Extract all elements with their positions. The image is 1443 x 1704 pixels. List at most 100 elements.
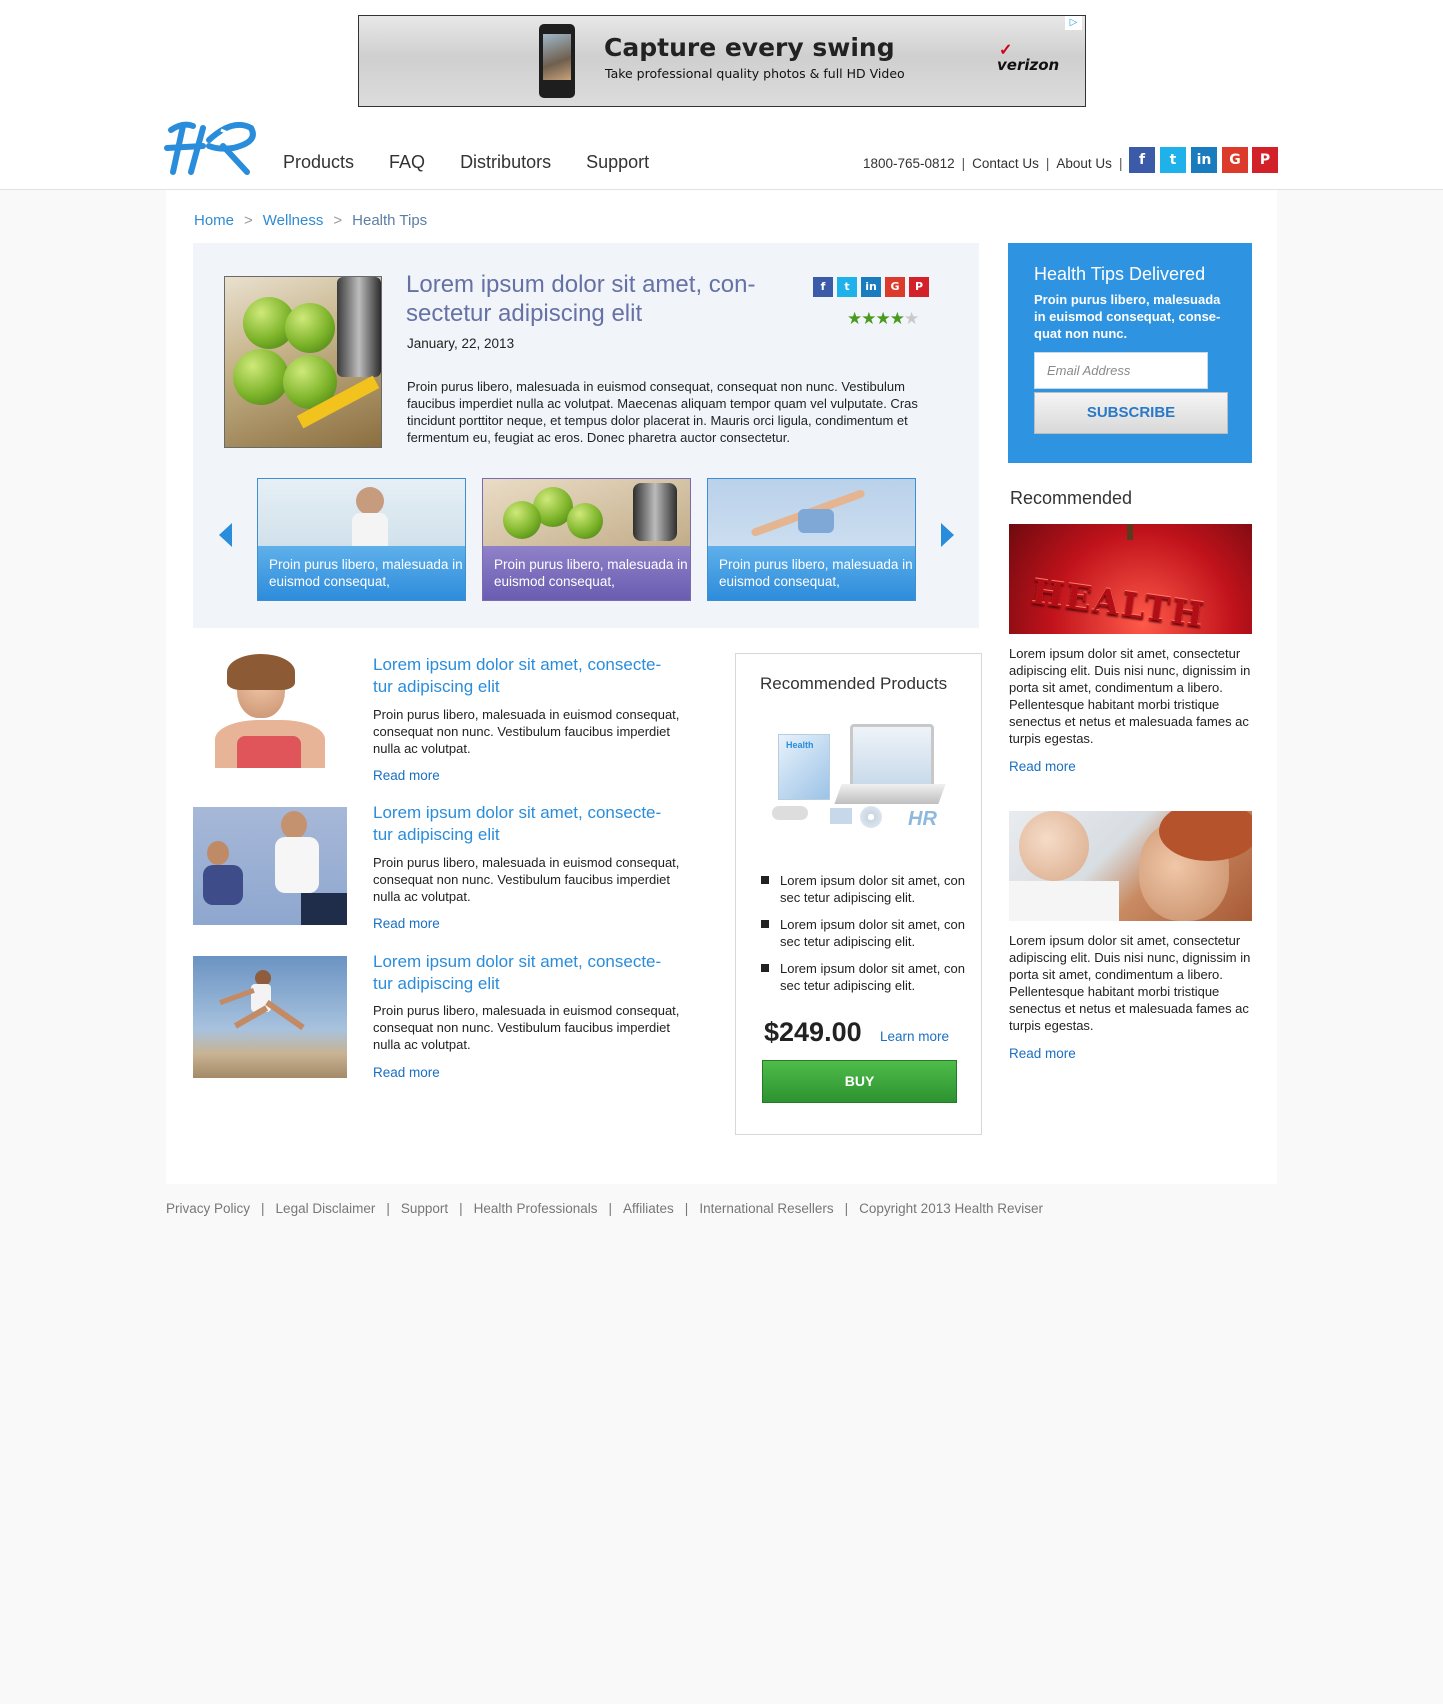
- newsletter-title: Health Tips Delivered: [1034, 264, 1206, 284]
- star-icon[interactable]: ★: [876, 309, 891, 328]
- footer-legal-disclaimer[interactable]: Legal Disclaimer: [276, 1201, 376, 1216]
- adchoices-icon[interactable]: ▷: [1065, 16, 1082, 30]
- article-body: Proin purus libero, malesuada in euismod…: [373, 707, 680, 756]
- carousel-slide[interactable]: Proin purus libero, malesuada in euismod…: [482, 478, 691, 601]
- product-price: $249.00: [764, 1017, 862, 1047]
- ad-phone-screen: [543, 34, 571, 80]
- ad-headline: Capture every swing: [604, 33, 895, 62]
- footer-health-professionals[interactable]: Health Professionals: [474, 1201, 598, 1216]
- carousel-caption: Proin purus libero, malesuada in euismod…: [483, 546, 690, 600]
- featured-title[interactable]: Lorem ipsum dolor sit amet, con-sectetur…: [406, 270, 766, 328]
- breadcrumb-current: Health Tips: [352, 212, 428, 229]
- footer-sep: |: [459, 1201, 463, 1216]
- read-more-link[interactable]: Read more: [1009, 1046, 1076, 1061]
- footer-sep: |: [386, 1201, 390, 1216]
- hr-logo-icon[interactable]: [163, 116, 257, 176]
- article-body: Proin purus libero, malesuada in euismod…: [373, 855, 680, 904]
- phone-number: 1800-765-0812: [863, 156, 955, 171]
- product-feature: Lorem ipsum dolor sit amet, con sec tetu…: [760, 960, 970, 994]
- article-body: Proin purus libero, malesuada in euismod…: [373, 1003, 680, 1052]
- newsletter-body: Proin purus libero, malesuada in euismod…: [1034, 292, 1221, 341]
- carousel-prev-icon[interactable]: [219, 523, 232, 547]
- recommended-body: Lorem ipsum dolor sit amet, consectetur …: [1009, 933, 1251, 1033]
- twitter-icon[interactable]: t: [837, 277, 857, 297]
- read-more-link[interactable]: Read more: [1009, 759, 1076, 774]
- product-feature: Lorem ipsum dolor sit amet, con sec tetu…: [760, 916, 970, 950]
- footer-privacy-policy[interactable]: Privacy Policy: [166, 1201, 250, 1216]
- recommended-products-title: Recommended Products: [760, 674, 948, 693]
- footer-affiliates[interactable]: Affiliates: [623, 1201, 674, 1216]
- footer-international-resellers[interactable]: International Resellers: [699, 1201, 833, 1216]
- subscribe-button[interactable]: SUBSCRIBE: [1034, 392, 1228, 434]
- email-field[interactable]: [1034, 352, 1208, 389]
- read-more-link[interactable]: Read more: [373, 768, 440, 783]
- star-icon[interactable]: ★: [861, 309, 876, 328]
- footer-support[interactable]: Support: [401, 1201, 448, 1216]
- featured-image[interactable]: [224, 276, 382, 448]
- facebook-icon[interactable]: f: [813, 277, 833, 297]
- nav-products[interactable]: Products: [283, 152, 354, 173]
- nav-support[interactable]: Support: [586, 152, 649, 173]
- featured-share: f t in G P: [813, 277, 929, 297]
- product-feature: Lorem ipsum dolor sit amet, con sec tetu…: [760, 872, 970, 906]
- contact-us-link[interactable]: Contact Us: [972, 156, 1039, 171]
- article-title[interactable]: Lorem ipsum dolor sit amet, consecte-tur…: [373, 951, 663, 995]
- top-links: 1800-765-0812 | Contact Us | About Us |: [863, 156, 1122, 171]
- rating-stars[interactable]: ★★★★★: [847, 309, 919, 329]
- product-box-label: Health: [786, 740, 814, 750]
- googleplus-icon[interactable]: G: [885, 277, 905, 297]
- breadcrumb: Home > Wellness > Health Tips: [194, 212, 427, 229]
- product-features: Lorem ipsum dolor sit amet, con sec tetu…: [760, 872, 970, 1004]
- googleplus-icon[interactable]: G: [1222, 147, 1248, 173]
- article-image[interactable]: [193, 807, 347, 925]
- breadcrumb-wellness[interactable]: Wellness: [263, 212, 324, 229]
- article-image[interactable]: [193, 650, 347, 768]
- footer-sep: |: [261, 1201, 265, 1216]
- learn-more-link[interactable]: Learn more: [880, 1029, 949, 1044]
- carousel-caption: Proin purus libero, malesuada in euismod…: [708, 546, 915, 600]
- separator: |: [961, 156, 966, 171]
- linkedin-icon[interactable]: in: [1191, 147, 1217, 173]
- carousel-next-icon[interactable]: [941, 523, 954, 547]
- ad-banner[interactable]: Capture every swing Take professional qu…: [358, 15, 1086, 107]
- footer-copyright: Copyright 2013 Health Reviser: [859, 1201, 1044, 1216]
- featured-date: January, 22, 2013: [407, 336, 515, 351]
- star-icon[interactable]: ★: [890, 309, 905, 328]
- read-more-link[interactable]: Read more: [373, 1065, 440, 1080]
- pinterest-icon[interactable]: P: [909, 277, 929, 297]
- nav-faq[interactable]: FAQ: [389, 152, 425, 173]
- about-us-link[interactable]: About Us: [1056, 156, 1112, 171]
- recommended-body: Lorem ipsum dolor sit amet, consectetur …: [1009, 646, 1251, 746]
- carousel-caption: Proin purus libero, malesuada in euismod…: [258, 546, 465, 600]
- article-image[interactable]: [193, 956, 347, 1078]
- nav-distributors[interactable]: Distributors: [460, 152, 551, 173]
- product-image[interactable]: Health HR: [768, 720, 953, 838]
- breadcrumb-sep: >: [244, 212, 253, 229]
- linkedin-icon[interactable]: in: [861, 277, 881, 297]
- buy-button[interactable]: BUY: [762, 1060, 957, 1103]
- pinterest-icon[interactable]: P: [1252, 147, 1278, 173]
- ad-subline: Take professional quality photos & full …: [605, 66, 905, 81]
- footer-links: Privacy Policy | Legal Disclaimer | Supp…: [166, 1201, 1043, 1216]
- footer-sep: |: [844, 1201, 849, 1216]
- article-title[interactable]: Lorem ipsum dolor sit amet, consecte-tur…: [373, 654, 663, 698]
- twitter-icon[interactable]: t: [1160, 147, 1186, 173]
- recommended-image-text: HEALTH: [1029, 572, 1208, 634]
- recommended-image[interactable]: HEALTH: [1009, 524, 1252, 634]
- read-more-link[interactable]: Read more: [373, 916, 440, 931]
- breadcrumb-sep: >: [333, 212, 343, 229]
- footer-sep: |: [608, 1201, 613, 1216]
- star-icon[interactable]: ★: [904, 309, 919, 328]
- ad-phone-image: [539, 24, 575, 98]
- article-title[interactable]: Lorem ipsum dolor sit amet, consecte-tur…: [373, 802, 663, 846]
- breadcrumb-home[interactable]: Home: [194, 212, 234, 229]
- star-icon[interactable]: ★: [847, 309, 862, 328]
- carousel-slide[interactable]: Proin purus libero, malesuada in euismod…: [707, 478, 916, 601]
- main-nav: Products FAQ Distributors Support: [283, 152, 649, 173]
- carousel-slide[interactable]: Proin purus libero, malesuada in euismod…: [257, 478, 466, 601]
- separator: |: [1118, 156, 1123, 171]
- facebook-icon[interactable]: f: [1129, 147, 1155, 173]
- recommended-title: Recommended: [1010, 488, 1133, 508]
- footer-sep: |: [684, 1201, 689, 1216]
- recommended-image[interactable]: [1009, 811, 1252, 921]
